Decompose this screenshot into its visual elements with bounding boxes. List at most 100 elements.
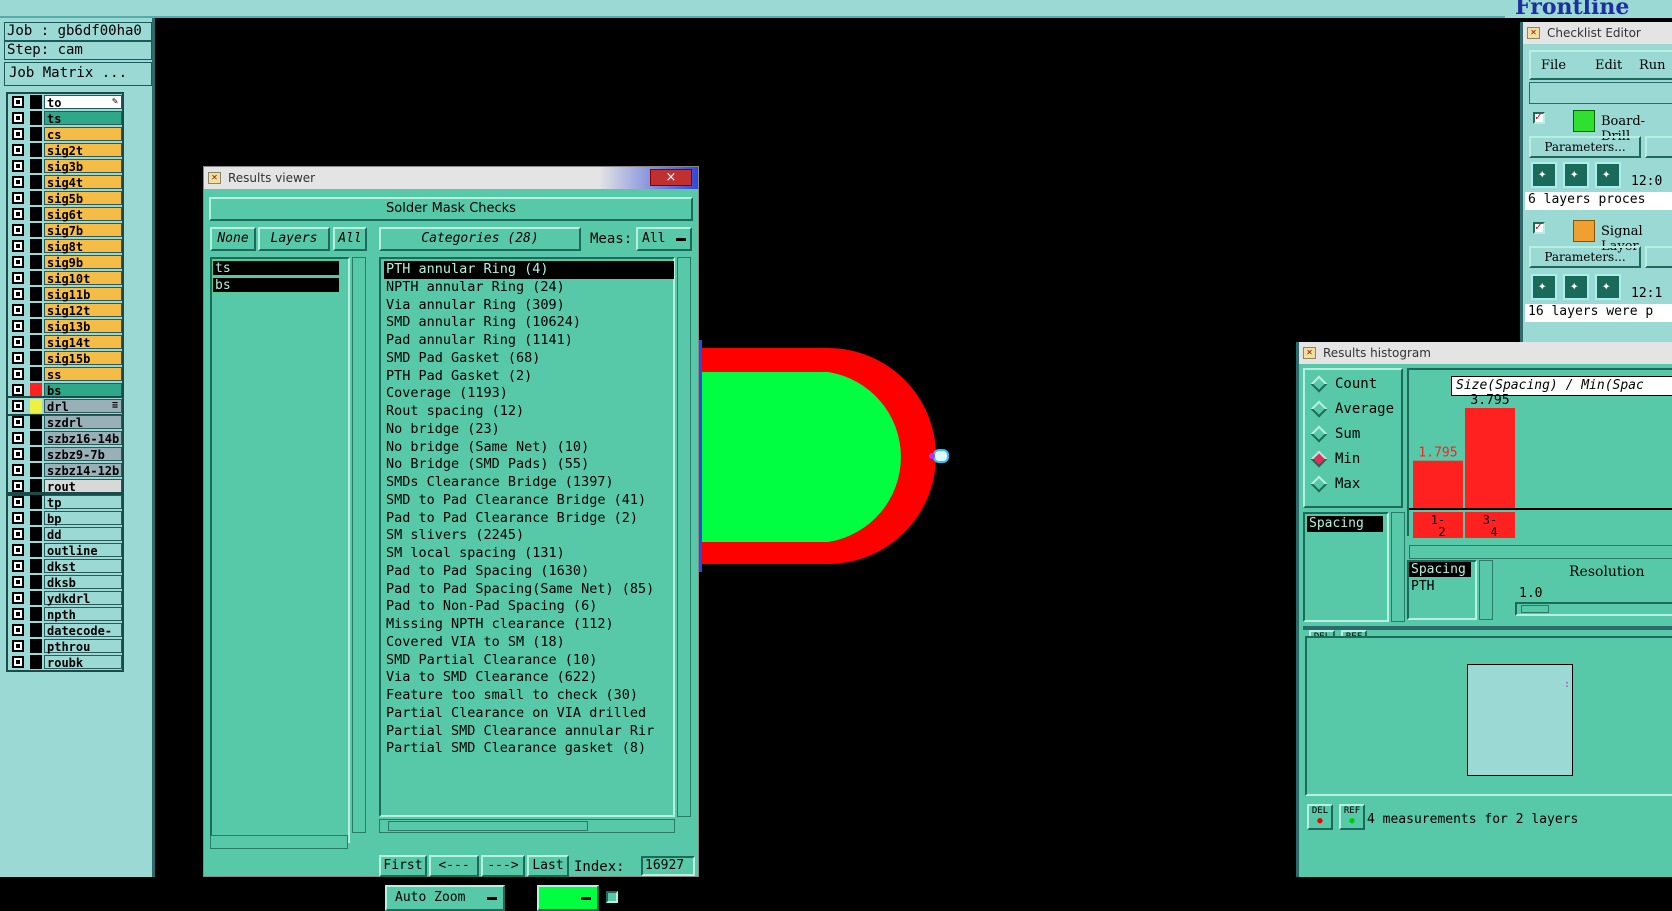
severity-dropdown[interactable] [537, 885, 599, 911]
del-button-bottom[interactable]: DEL ● [1307, 804, 1333, 830]
category-item[interactable]: Rout spacing (12) [384, 403, 674, 421]
layer-name[interactable]: sig14t [44, 335, 122, 350]
category-item[interactable]: Pad to Pad Clearance Bridge (2) [384, 510, 674, 528]
layer-checkbox[interactable] [12, 192, 24, 204]
layer-row-sig14t[interactable]: sig14t [8, 334, 122, 350]
category-item[interactable]: NPTH annular Ring (24) [384, 279, 674, 297]
layer-name[interactable]: szdrl [44, 415, 122, 430]
job-matrix-button[interactable]: Job Matrix ... [4, 62, 152, 86]
layer-name[interactable]: sig13b [44, 319, 122, 334]
layer-row-sig7b[interactable]: sig7b [8, 222, 122, 238]
layer-name[interactable]: to ✎ [44, 95, 122, 110]
category-item[interactable]: Coverage (1193) [384, 385, 674, 403]
histogram-list-item[interactable]: Spacing [1307, 516, 1383, 532]
category-item[interactable]: Feature too small to check (30) [384, 687, 674, 705]
menu-edit[interactable]: Edit [1595, 58, 1622, 73]
category-item[interactable]: SMD annular Ring (10624) [384, 314, 674, 332]
layer-row-sig4t[interactable]: sig4t [8, 174, 122, 190]
signal-layer-checkbox[interactable]: ✓ [1533, 220, 1545, 234]
layer-row-sig10t[interactable]: sig10t [8, 270, 122, 286]
layer-checkbox[interactable] [12, 224, 24, 236]
category-item[interactable]: Pad to Pad Spacing(Same Net) (85) [384, 581, 674, 599]
layer-row-szbz16-14b[interactable]: szbz16-14b [8, 430, 122, 446]
auto-zoom-dropdown[interactable]: Auto Zoom [385, 885, 505, 911]
layer-checkbox[interactable] [12, 256, 24, 268]
layer-row-sig8t[interactable]: sig8t [8, 238, 122, 254]
category-item[interactable]: SM slivers (2245) [384, 527, 674, 545]
layer-name[interactable]: outline [44, 543, 122, 558]
layer-checkbox[interactable] [12, 96, 24, 108]
histogram-bar[interactable] [1413, 460, 1463, 508]
layer-name[interactable]: szbz16-14b [44, 431, 122, 446]
layer-name[interactable]: sig15b [44, 351, 122, 366]
layer-checkbox[interactable] [12, 400, 24, 412]
layer-checkbox[interactable] [12, 608, 24, 620]
signal-layer-parameters-button[interactable]: Parameters... [1529, 246, 1641, 268]
category-vscrollbar[interactable] [677, 257, 691, 817]
board-drill-checkbox[interactable]: ✓ [1533, 110, 1545, 124]
layer-checkbox[interactable] [12, 240, 24, 252]
layer-name[interactable]: sig8t [44, 239, 122, 254]
layer-name[interactable]: dkst [44, 559, 122, 574]
layer-name[interactable]: sig12t [44, 303, 122, 318]
histogram-titlebar[interactable]: ✕ Results histogram [1299, 342, 1672, 364]
layer-checkbox[interactable] [12, 432, 24, 444]
layer-checkbox[interactable] [12, 304, 24, 316]
menu-file[interactable]: File [1541, 58, 1566, 73]
layer-checkbox[interactable] [12, 560, 24, 572]
layer-name[interactable]: sig5b [44, 191, 122, 206]
result-layer-item[interactable]: bs [212, 277, 340, 293]
category-item[interactable]: SMD Pad Gasket (68) [384, 350, 674, 368]
layer-row-sig2t[interactable]: sig2t [8, 142, 122, 158]
layer-name[interactable]: tp [44, 495, 122, 510]
layer-row-sig3b[interactable]: sig3b [8, 158, 122, 174]
layer-row-sig5b[interactable]: sig5b [8, 190, 122, 206]
category-item[interactable]: SMDs Clearance Bridge (1397) [384, 474, 674, 492]
layer-name[interactable]: ydkdrl [44, 591, 122, 606]
radio-indicator[interactable] [1310, 475, 1328, 493]
run-icon[interactable] [1531, 274, 1557, 300]
layer-name[interactable]: datecode-to [44, 623, 122, 652]
chart-hscrollbar[interactable] [1409, 545, 1672, 559]
scroll-thumb[interactable] [388, 821, 588, 831]
category-item[interactable]: No Bridge (SMD Pads) (55) [384, 456, 674, 474]
layer-checkbox[interactable] [12, 624, 24, 636]
category-item[interactable]: Partial SMD Clearance gasket (8) [384, 740, 674, 758]
meas-dropdown[interactable]: All [636, 227, 692, 251]
layer-checkbox[interactable] [12, 576, 24, 588]
layer-name[interactable]: rout [44, 479, 122, 494]
last-button[interactable]: Last [527, 855, 569, 877]
categories-button[interactable]: Categories (28) [379, 227, 581, 251]
run-icon[interactable] [1563, 274, 1589, 300]
layer-row-szbz14-12b[interactable]: szbz14-12b [8, 462, 122, 478]
layer-checkbox[interactable] [12, 320, 24, 332]
layer-row-dkst[interactable]: dkst [8, 558, 122, 574]
run-icon[interactable] [1531, 162, 1557, 188]
layer-name[interactable]: sig6t [44, 207, 122, 222]
signal-layer-extra-button[interactable] [1645, 246, 1672, 268]
slider-thumb[interactable] [1521, 605, 1549, 613]
run-icon[interactable] [1595, 274, 1621, 300]
layer-row-ydkdrl[interactable]: ydkdrl [8, 590, 122, 606]
prev-button[interactable]: <--- [429, 855, 479, 877]
radio-indicator[interactable] [1310, 450, 1328, 468]
layer-name[interactable]: bs [44, 383, 122, 398]
mode-count-radio[interactable]: Count [1310, 375, 1377, 393]
layer-row-npth[interactable]: npth [8, 606, 122, 622]
run-icon[interactable] [1595, 162, 1621, 188]
layer-checkbox[interactable] [12, 336, 24, 348]
layer-checkbox[interactable] [12, 176, 24, 188]
ref-button-bottom[interactable]: REF ● [1339, 804, 1365, 830]
category-item[interactable]: PTH annular Ring (4) [384, 261, 674, 279]
category-item[interactable]: Pad to Pad Spacing (1630) [384, 563, 674, 581]
radio-indicator[interactable] [1310, 375, 1328, 393]
layer-checkbox[interactable] [12, 272, 24, 284]
none-button[interactable]: None [210, 227, 256, 251]
layer-vscrollbar[interactable] [352, 257, 366, 833]
category-item[interactable]: Pad to Non-Pad Spacing (6) [384, 598, 674, 616]
next-button[interactable]: ---> [481, 855, 525, 877]
layer-row-sig9b[interactable]: sig9b [8, 254, 122, 270]
results-viewer-titlebar[interactable]: ✕ Results viewer × [204, 167, 698, 189]
category-item[interactable]: Via annular Ring (309) [384, 297, 674, 315]
layer-row-sig11b[interactable]: sig11b [8, 286, 122, 302]
